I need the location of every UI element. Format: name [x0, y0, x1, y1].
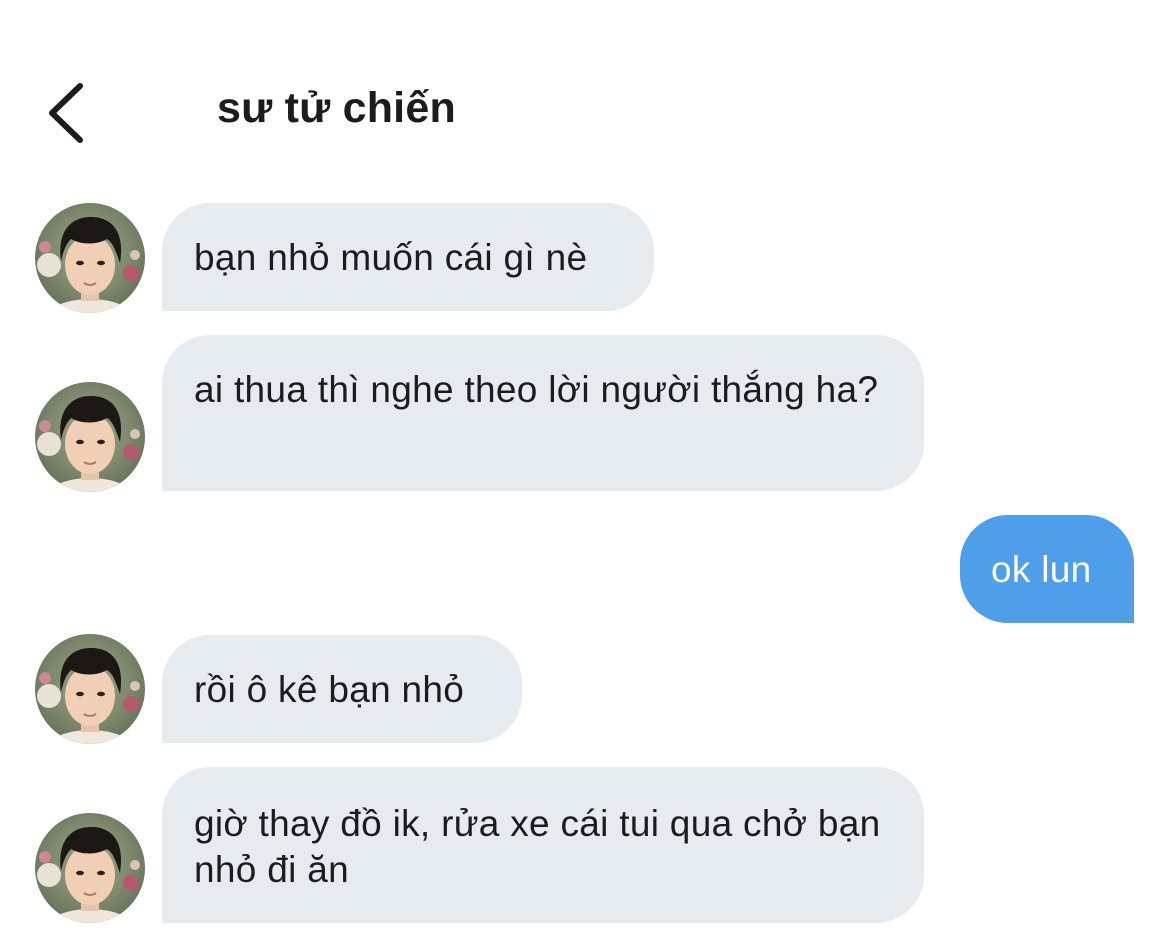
message-text: bạn nhỏ muốn cái gì nè [194, 237, 588, 278]
avatar[interactable] [35, 634, 145, 744]
back-button[interactable] [38, 78, 98, 148]
message-text: ok lun [991, 549, 1092, 590]
message-text: rồi ô kê bạn nhỏ [194, 669, 465, 710]
message-bubble-incoming[interactable]: ai thua thì nghe theo lời người thắng ha… [162, 335, 924, 491]
message-text: giờ thay đồ ik, rửa xe cái tui qua chở b… [194, 803, 881, 890]
avatar[interactable] [35, 382, 145, 492]
message-bubble-incoming[interactable]: giờ thay đồ ik, rửa xe cái tui qua chở b… [162, 767, 924, 923]
chat-title: sư tử chiến [217, 84, 456, 132]
message-text: ai thua thì nghe theo lời người thắng ha… [194, 369, 879, 410]
avatar[interactable] [35, 203, 145, 313]
avatar[interactable] [35, 813, 145, 923]
message-bubble-incoming[interactable]: rồi ô kê bạn nhỏ [162, 635, 522, 743]
message-bubble-incoming[interactable]: bạn nhỏ muốn cái gì nè [162, 203, 654, 311]
chevron-left-icon [49, 83, 83, 143]
message-bubble-outgoing[interactable]: ok lun [960, 515, 1134, 623]
chat-header: sư tử chiến [0, 0, 1169, 190]
